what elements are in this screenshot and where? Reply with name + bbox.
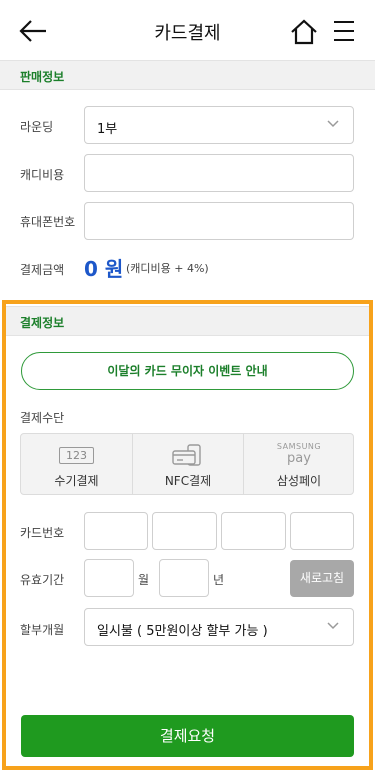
expiry-label: 유효기간 [20,573,65,587]
round-select-value: 1부 [97,122,118,137]
sales-info-title: 판매정보 [20,70,65,84]
card-event-button[interactable]: 이달의 카드 무이자 이벤트 안내 [21,352,354,390]
card-number-input-4[interactable] [290,512,354,550]
card-number-label: 카드번호 [20,526,65,540]
payment-request-button[interactable]: 결제요청 [21,715,354,757]
pay-logo-text: pay [287,451,311,466]
nfc-card-icon [133,444,243,466]
nfc-payment-option[interactable]: NFC결제 [132,434,243,494]
nfc-payment-label: NFC결제 [164,474,212,488]
round-label: 라운딩 [20,120,54,134]
home-icon[interactable] [290,19,318,45]
amount-value: 0 원 [84,257,124,281]
amount-note: (캐디비용 + 4%) [126,262,209,275]
card-number-input-1[interactable] [84,512,148,550]
payment-method-group: 123 수기결제 NFC결제 SAMSUNG pay 삼성페이 [20,433,354,495]
round-select[interactable]: 1부 [84,106,354,144]
expiry-year-input[interactable] [159,559,209,597]
refresh-button[interactable]: 새로고침 [290,560,354,597]
expiry-month-input[interactable] [84,559,134,597]
manual-payment-label: 수기결제 [54,474,99,488]
chevron-down-icon [327,622,339,630]
caddie-fee-input[interactable] [84,154,354,192]
samsung-pay-logo: SAMSUNG pay [244,442,354,466]
installment-select[interactable]: 일시불 ( 5만원이상 할부 가능 ) [84,608,354,646]
installment-select-value: 일시불 ( 5만원이상 할부 가능 ) [97,624,268,639]
app-header: 카드결제 [0,0,375,62]
phone-input[interactable] [84,202,354,240]
caddie-fee-label: 캐디비용 [20,168,65,182]
phone-label: 휴대폰번호 [20,215,76,229]
installment-label: 할부개월 [20,623,65,637]
keypad-123-text: 123 [59,447,94,464]
samsung-pay-label: 삼성페이 [276,474,322,488]
payment-info-section-header: 결제정보 [6,306,369,336]
card-number-input-3[interactable] [221,512,286,550]
amount-label: 결제금액 [20,263,65,277]
payment-method-label: 결제수단 [20,411,65,425]
card-number-input-2[interactable] [152,512,217,550]
year-unit: 년 [213,573,225,587]
chevron-down-icon [327,120,339,128]
sales-info-section-header: 판매정보 [0,60,375,90]
payment-info-title: 결제정보 [20,316,65,330]
month-unit: 월 [138,573,150,587]
hamburger-menu-icon[interactable] [333,20,355,42]
manual-payment-option[interactable]: 123 수기결제 [21,434,132,494]
samsung-pay-option[interactable]: SAMSUNG pay 삼성페이 [243,434,354,494]
page-title: 카드결제 [154,23,221,44]
keypad-123-icon: 123 [21,444,132,466]
